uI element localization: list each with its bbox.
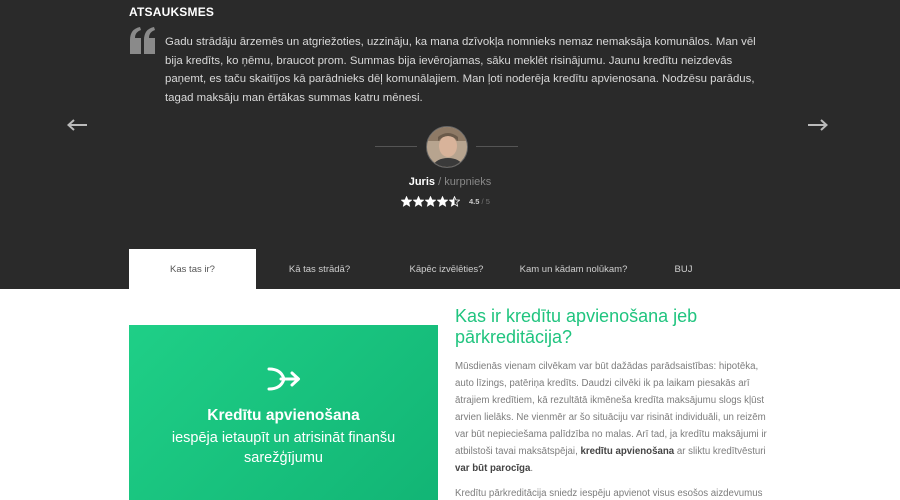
testimonials-section: ATSAUKSMES Gadu strādāju ārzemēs un atgr…	[0, 0, 900, 289]
section-title: ATSAUKSMES	[129, 5, 215, 19]
merge-arrows-icon	[267, 367, 300, 391]
avatar	[426, 126, 468, 168]
tab-label: BUJ	[674, 263, 693, 275]
tab-label: Kāpēc izvēlēties?	[409, 263, 484, 275]
rating-score: 4.5 / 5	[469, 197, 490, 206]
star-full-icon	[425, 195, 436, 207]
tab-bar: Kas tas ir? Kā tas strādā? Kāpēc izvēlēt…	[129, 249, 730, 289]
promo-card: Kredītu apvienošana iespēja ietaupīt un …	[129, 325, 438, 500]
testimonial-quote: Gadu strādāju ārzemēs un atgriežoties, u…	[165, 36, 756, 104]
p1-text-end: .	[530, 463, 534, 474]
main-content: Kas ir kredītu apvienošana jeb pārkredit…	[455, 306, 767, 500]
star-full-icon	[401, 195, 412, 207]
divider-right	[476, 146, 518, 147]
promo-title: Kredītu apvienošana	[207, 407, 360, 424]
rating: 4.5 / 5	[401, 194, 490, 208]
quote-icon	[130, 27, 155, 54]
author-role: kurpnieks	[444, 176, 492, 188]
rating-stars	[401, 195, 460, 207]
arrow-left-icon[interactable]	[66, 117, 88, 133]
rating-value: 4.5	[469, 196, 480, 206]
star-full-icon	[413, 195, 424, 207]
tab-label: Kam un kādam nolūkam?	[519, 263, 628, 275]
tab-buj[interactable]: BUJ	[637, 249, 730, 289]
tab-kas-tas-ir[interactable]: Kas tas ir?	[129, 249, 256, 289]
avatar-photo	[427, 127, 467, 167]
tab-label: Kas tas ir?	[170, 263, 215, 275]
arrow-right-icon[interactable]	[807, 117, 829, 133]
rating-max: / 5	[479, 196, 490, 206]
second-paragraph: Kredītu pārkreditācija sniedz iespēju ap…	[455, 488, 763, 499]
star-full-icon	[437, 195, 448, 207]
tab-ka-tas-strada[interactable]: Kā tas strādā?	[256, 249, 383, 289]
tab-kam-un-kadam-nolukam[interactable]: Kam un kādam nolūkam?	[510, 249, 637, 289]
p1-bold-2: var būt parocīga	[455, 463, 531, 474]
promo-subtitle: iespēja ietaupīt un atrisināt finanšu sa…	[171, 430, 396, 466]
divider-left	[375, 146, 417, 147]
tab-kapec-izveleties[interactable]: Kāpēc izvēlēties?	[383, 249, 510, 289]
intro-paragraph: Mūsdienās vienam cilvēkam var būt dažāda…	[455, 358, 767, 477]
testimonial-author: Juris / kurpnieks	[0, 176, 900, 188]
p1-text-b: ar sliktu kredītvēsturi	[676, 446, 766, 457]
p1-text-a: Mūsdienās vienam cilvēkam var būt dažāda…	[455, 361, 767, 457]
author-name: Juris	[408, 176, 436, 188]
page-heading: Kas ir kredītu apvienošana jeb pārkredit…	[455, 306, 698, 347]
author-separator: /	[435, 176, 445, 188]
tab-label: Kā tas strādā?	[288, 263, 351, 275]
star-half-icon	[449, 195, 460, 207]
p1-bold-1: kredītu apvienošana	[580, 446, 675, 457]
